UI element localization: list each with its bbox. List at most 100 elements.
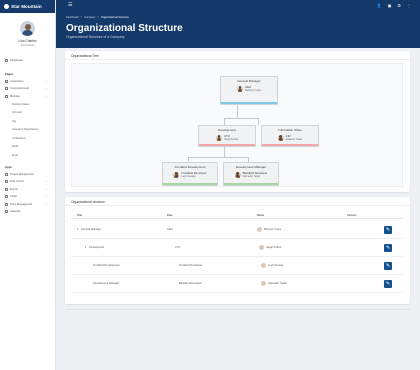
sidebar-item-label: Project Management	[10, 172, 34, 176]
sidebar-item-corporation[interactable]: Corporation ›	[0, 78, 55, 86]
chevron-right-icon: ›	[46, 195, 47, 199]
column-header-name[interactable]: Name	[257, 214, 264, 217]
sidebar-item-team-management[interactable]: Team Management ›	[0, 201, 55, 209]
breadcrumb-link[interactable]: Dashboard	[66, 16, 79, 19]
breadcrumb: Dashboard > Company > Organizational Str…	[66, 16, 129, 19]
breadcrumb-current: Organizational Structure	[100, 16, 129, 19]
sidebar-item-calendar[interactable]: Calendar	[0, 208, 55, 216]
sidebar-item-label: Dashboard	[10, 59, 23, 63]
node-person-name: Negat Korkut	[224, 138, 238, 141]
avatar	[257, 226, 262, 232]
node-title: Development Manager	[235, 165, 267, 169]
node-title: Information Office	[278, 128, 302, 132]
node-accent-bar	[262, 144, 318, 146]
chevron-right-icon: ›	[46, 187, 47, 191]
breadcrumb-separator: >	[80, 16, 83, 19]
table-header: Unit Role Name Actions	[71, 212, 403, 219]
pencil-icon: ✎	[385, 244, 391, 251]
footer-divider	[65, 309, 410, 310]
sidebar-item-events[interactable]: Events ›	[0, 186, 55, 194]
chevron-down-icon: ⌄	[44, 94, 47, 98]
chevron-right-icon: ›	[46, 87, 47, 91]
sidebar-item-label: Calendar	[10, 210, 21, 214]
column-header-role[interactable]: Role	[167, 214, 173, 217]
user-profile: Lion Charles Administrator	[0, 13, 55, 47]
edit-button[interactable]: ✎	[384, 279, 392, 288]
sidebar-item-label: Task Center	[10, 180, 24, 184]
chat-icon	[5, 195, 8, 199]
cell-role: CEO	[167, 228, 173, 231]
tree-node-development[interactable]: Development CTO Negat Korkut	[198, 125, 256, 147]
menu-icon[interactable]: ☰	[68, 3, 72, 8]
breadcrumb-link[interactable]: Company	[84, 16, 95, 19]
avatar	[261, 262, 266, 268]
tree-node-information-office[interactable]: Information Office CIO Alkajmer Yalpar	[261, 125, 319, 147]
table-row[interactable]: FrontEnd Development FrontEnd Developer …	[71, 257, 403, 275]
edit-button[interactable]: ✎	[384, 243, 392, 252]
user-name: Lion Charles	[18, 39, 37, 43]
pencil-icon: ✎	[385, 262, 391, 269]
sidebar-item-label: Modules	[10, 94, 20, 98]
home-icon	[5, 59, 8, 63]
sidebar-item-modules[interactable]: Modules ⌄	[0, 93, 55, 101]
node-accent-bar	[224, 183, 278, 185]
grid-icon	[5, 94, 8, 98]
brand-logo-icon	[4, 4, 9, 9]
sidebar-section-pages: Pages	[5, 72, 14, 76]
user-icon[interactable]: 👤	[377, 3, 382, 8]
table-row[interactable]: ▾ General Manager CEO Mehmet Yuzpe ✎	[71, 221, 403, 239]
sidebar-item-label: Events	[10, 187, 18, 191]
page-title: Organizational Structure	[66, 23, 183, 34]
sidebar-subitem[interactable]: Org	[0, 117, 55, 126]
sidebar-subitem[interactable]: Network & Organizations	[0, 126, 55, 135]
breadcrumb-separator: >	[97, 16, 99, 19]
sidebar-subitem[interactable]: Positions Master	[0, 100, 55, 109]
top-navbar: ☰ 👤 ▣ ⚙ ⋮	[56, 0, 420, 13]
sidebar-item-chats[interactable]: Chats ›	[0, 193, 55, 201]
avatar	[277, 134, 284, 141]
sidebar-subitem[interactable]: Company	[0, 109, 55, 118]
page-subtitle: Organizational Structure of a Company	[66, 35, 125, 39]
sidebar-subitem[interactable]: Media	[0, 143, 55, 152]
column-header-unit[interactable]: Unit	[77, 214, 82, 217]
pencil-icon: ✎	[385, 280, 391, 287]
sidebar-item-dashboard[interactable]: Dashboard	[0, 57, 55, 65]
table-row[interactable]: Development Manager BackEnd Developer Is…	[71, 275, 403, 293]
chevron-right-icon: ›	[46, 202, 47, 206]
cell-role: BackEnd Developer	[179, 282, 202, 285]
sidebar-subitem[interactable]: Certifications	[0, 134, 55, 143]
card-title: Organizational Tree	[65, 51, 410, 60]
sidebar-subitem[interactable]: Email	[0, 151, 55, 160]
table-row[interactable]: ▾ Development CTO Negat Korkut ✎	[71, 239, 403, 257]
brand-name: Star Mountain	[11, 4, 42, 9]
avatar	[234, 171, 241, 178]
row-expand-icon[interactable]: ▾	[77, 228, 78, 231]
edit-button[interactable]: ✎	[384, 261, 392, 270]
cell-unit: General Manager	[81, 228, 102, 231]
row-expand-icon[interactable]: ▾	[85, 246, 86, 249]
task-icon	[5, 180, 8, 184]
avatar	[216, 134, 223, 141]
tree-node-development-manager[interactable]: Development Manager BackEnd Developer Is…	[223, 162, 279, 186]
edit-button[interactable]: ✎	[384, 225, 392, 234]
sidebar-item-cross-functional[interactable]: Cross-functional ›	[0, 85, 55, 93]
tree-node-frontend-development[interactable]: FrontEnd Development FrontEnd Developer …	[162, 162, 218, 186]
sidebar-item-project-management[interactable]: Project Management	[0, 171, 55, 179]
node-person-name: Mehmet Yuzpe	[245, 89, 261, 92]
sidebar: Star Mountain Lion Charles Administrator…	[0, 0, 56, 370]
brand-bar[interactable]: Star Mountain	[0, 0, 55, 13]
sidebar-item-label: Chats	[10, 195, 17, 199]
settings-icon[interactable]: ⚙	[397, 3, 401, 8]
chevron-right-icon: ›	[46, 180, 47, 184]
node-accent-bar	[221, 102, 277, 104]
more-vertical-icon[interactable]: ⋮	[407, 3, 411, 8]
node-accent-bar	[199, 144, 255, 146]
pencil-icon: ✎	[385, 226, 391, 233]
sidebar-item-task-center[interactable]: Task Center ›	[0, 178, 55, 186]
page-header: Dashboard > Company > Organizational Str…	[56, 13, 420, 48]
user-avatar[interactable]	[20, 21, 35, 36]
sidebar-item-label: Team Management	[10, 202, 33, 206]
toggle-icon[interactable]: ▣	[388, 3, 392, 8]
tree-node-general-manager[interactable]: General Manager CEO Mehmet Yuzpe	[220, 76, 278, 105]
node-accent-bar	[163, 183, 217, 185]
